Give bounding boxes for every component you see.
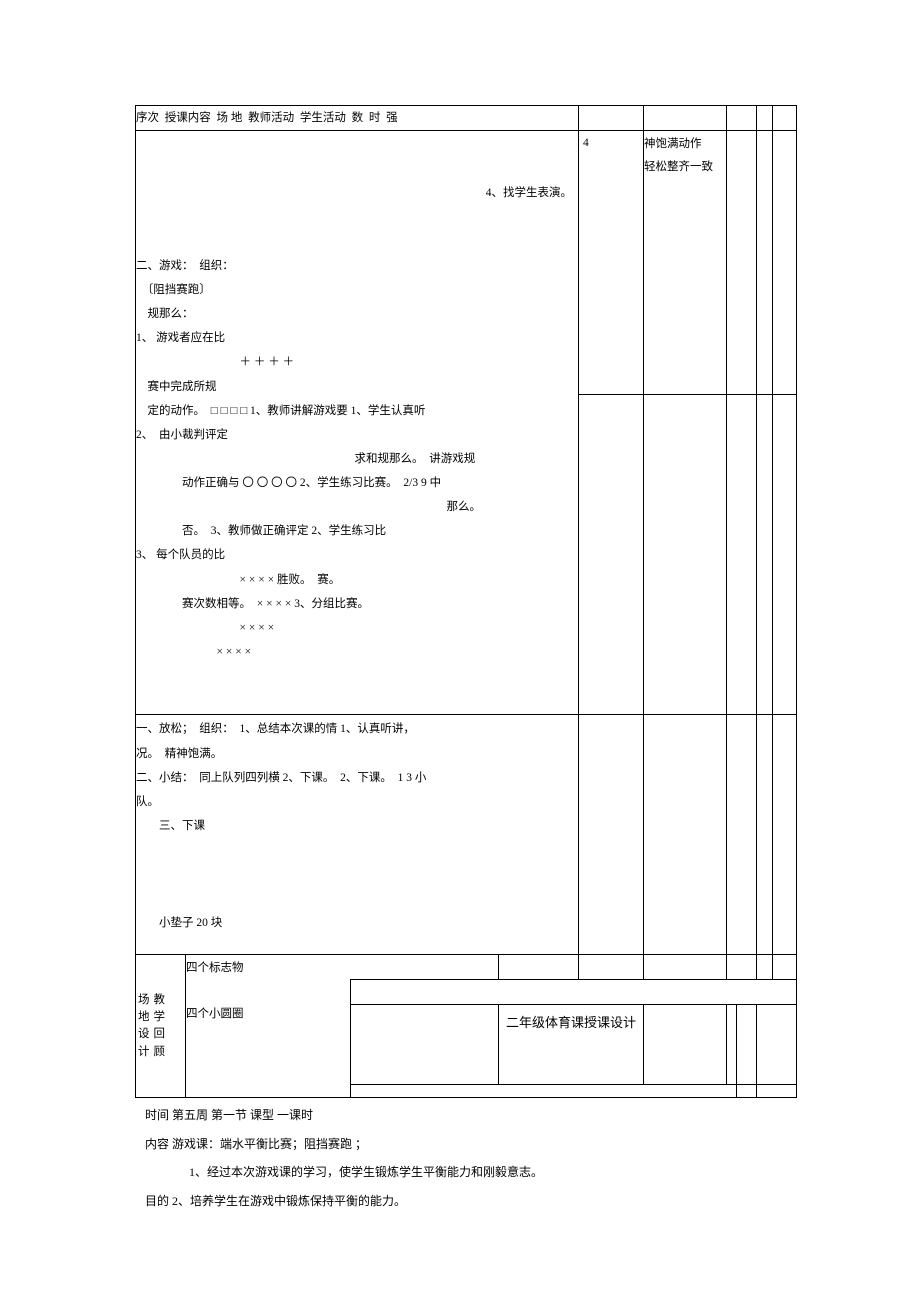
- main-content-cell-1: 4、找学生表演。 二、游戏： 组织： 〔阻挡赛跑〕 规那么： 1、 游戏者应在比…: [136, 131, 579, 715]
- venue-label-b: 教 学 回 顾: [154, 992, 166, 1061]
- header-blank-4: [757, 106, 773, 131]
- footer-line-1: 时间 第五周 第一节 课型 一课时: [145, 1102, 795, 1128]
- cell-b1-5: [773, 395, 797, 715]
- cell-end-5: [773, 715, 797, 955]
- table-header-row: 序次 授课内容 场 地 教师活动 学生活动 数 时 强: [136, 106, 797, 131]
- cell-top-blank-3: [773, 131, 797, 395]
- row1-content-text: 二、游戏： 组织： 〔阻挡赛跑〕 规那么： 1、 游戏者应在比 ＋ ＋ ＋ ＋ …: [136, 254, 578, 664]
- blank-c-3: [757, 1084, 797, 1098]
- footer-line-2: 内容 游戏课：端水平衡比赛；阻挡赛跑 ；: [145, 1131, 795, 1157]
- venue-c3: [579, 955, 644, 980]
- hdr-c6: 数: [352, 112, 364, 124]
- venue-c2: [499, 955, 579, 980]
- cell-b1-1: [579, 395, 644, 715]
- table-row-venue: 场 地 设 计 教 学 回 顾 四个标志物 四个小圆圈: [136, 955, 797, 980]
- hdr-c1: 序次: [136, 112, 159, 124]
- table-row-ending: 一、放松； 组织： 1、总结本次课的情 1、认真听讲， 况。 精神饱满。 二、小…: [136, 715, 797, 955]
- hdr-c4: 教师活动: [248, 112, 294, 124]
- hdr-c2: 授课内容: [165, 112, 211, 124]
- ending-content-cell: 一、放松； 组织： 1、总结本次课的情 1、认真听讲， 况。 精神饱满。 二、小…: [136, 715, 579, 955]
- blank-b-1: [351, 1005, 499, 1084]
- row1-top-right-a: 4、找学生表演。: [136, 181, 578, 205]
- venue-c4: [644, 955, 727, 980]
- venue-mid-cell: 四个标志物 四个小圆圈: [186, 955, 351, 1098]
- venue-label-a: 场 地 设 计: [138, 992, 150, 1061]
- cell-b1-2: [644, 395, 727, 715]
- blank-a-wide: [351, 980, 797, 1005]
- hdr-c3: 场 地: [217, 112, 243, 124]
- venue-c7: [773, 955, 797, 980]
- blank-b-4: [737, 1005, 757, 1084]
- cell-top-blank-1: [727, 131, 757, 395]
- blank-c-1: [351, 1084, 737, 1098]
- venue-c6: [757, 955, 773, 980]
- cell-end-4: [757, 715, 773, 955]
- cell-top-blank-2: [757, 131, 773, 395]
- header-blank-2: [644, 106, 727, 131]
- blank-b-3: [727, 1005, 737, 1084]
- header-blank-3: [727, 106, 757, 131]
- header-blank-1: [579, 106, 644, 131]
- cell-end-3: [727, 715, 757, 955]
- document-page: 序次 授课内容 场 地 教师活动 学生活动 数 时 强 4、找学生表演。 二、游…: [0, 0, 920, 1256]
- blank-b-5: [757, 1005, 797, 1084]
- cell-top-c: 神饱满动作 轻松整齐一致: [644, 131, 727, 395]
- cell-b1-3: [727, 395, 757, 715]
- hdr-c8: 强: [386, 112, 398, 124]
- footer-line-4: 目的 2、培养学生在游戏中锻炼保持平衡的能力。: [145, 1188, 795, 1214]
- lesson-title-cell: 二年级体育课授课设计: [499, 1005, 644, 1084]
- hdr-c7: 时: [369, 112, 381, 124]
- blank-c-2: [737, 1084, 757, 1098]
- header-blank-5: [773, 106, 797, 131]
- cell-b1-4: [757, 395, 773, 715]
- header-cell-merged: 序次 授课内容 场 地 教师活动 学生活动 数 时 强: [136, 106, 579, 131]
- hdr-c5: 学生活动: [300, 112, 346, 124]
- blank-b-2: [644, 1005, 727, 1084]
- cell-end-2: [644, 715, 727, 955]
- table-row-top-strip: 4、找学生表演。 二、游戏： 组织： 〔阻挡赛跑〕 规那么： 1、 游戏者应在比…: [136, 131, 797, 395]
- footer-line-3: 1、经过本次游戏课的学习，使学生锻炼学生平衡能力和刚毅意志。: [145, 1159, 795, 1185]
- cell-top-b: 4: [579, 131, 644, 395]
- lesson-plan-table: 序次 授课内容 场 地 教师活动 学生活动 数 时 强 4、找学生表演。 二、游…: [135, 105, 797, 1098]
- row1-part-and-content: 4、找学生表演。: [136, 181, 578, 205]
- footer-text-block: 时间 第五周 第一节 课型 一课时 内容 游戏课：端水平衡比赛；阻挡赛跑 ； 1…: [135, 1102, 795, 1214]
- venue-left-cell: 场 地 设 计 教 学 回 顾: [136, 955, 186, 1098]
- venue-c5: [727, 955, 757, 980]
- cell-end-1: [579, 715, 644, 955]
- venue-c1: [351, 955, 499, 980]
